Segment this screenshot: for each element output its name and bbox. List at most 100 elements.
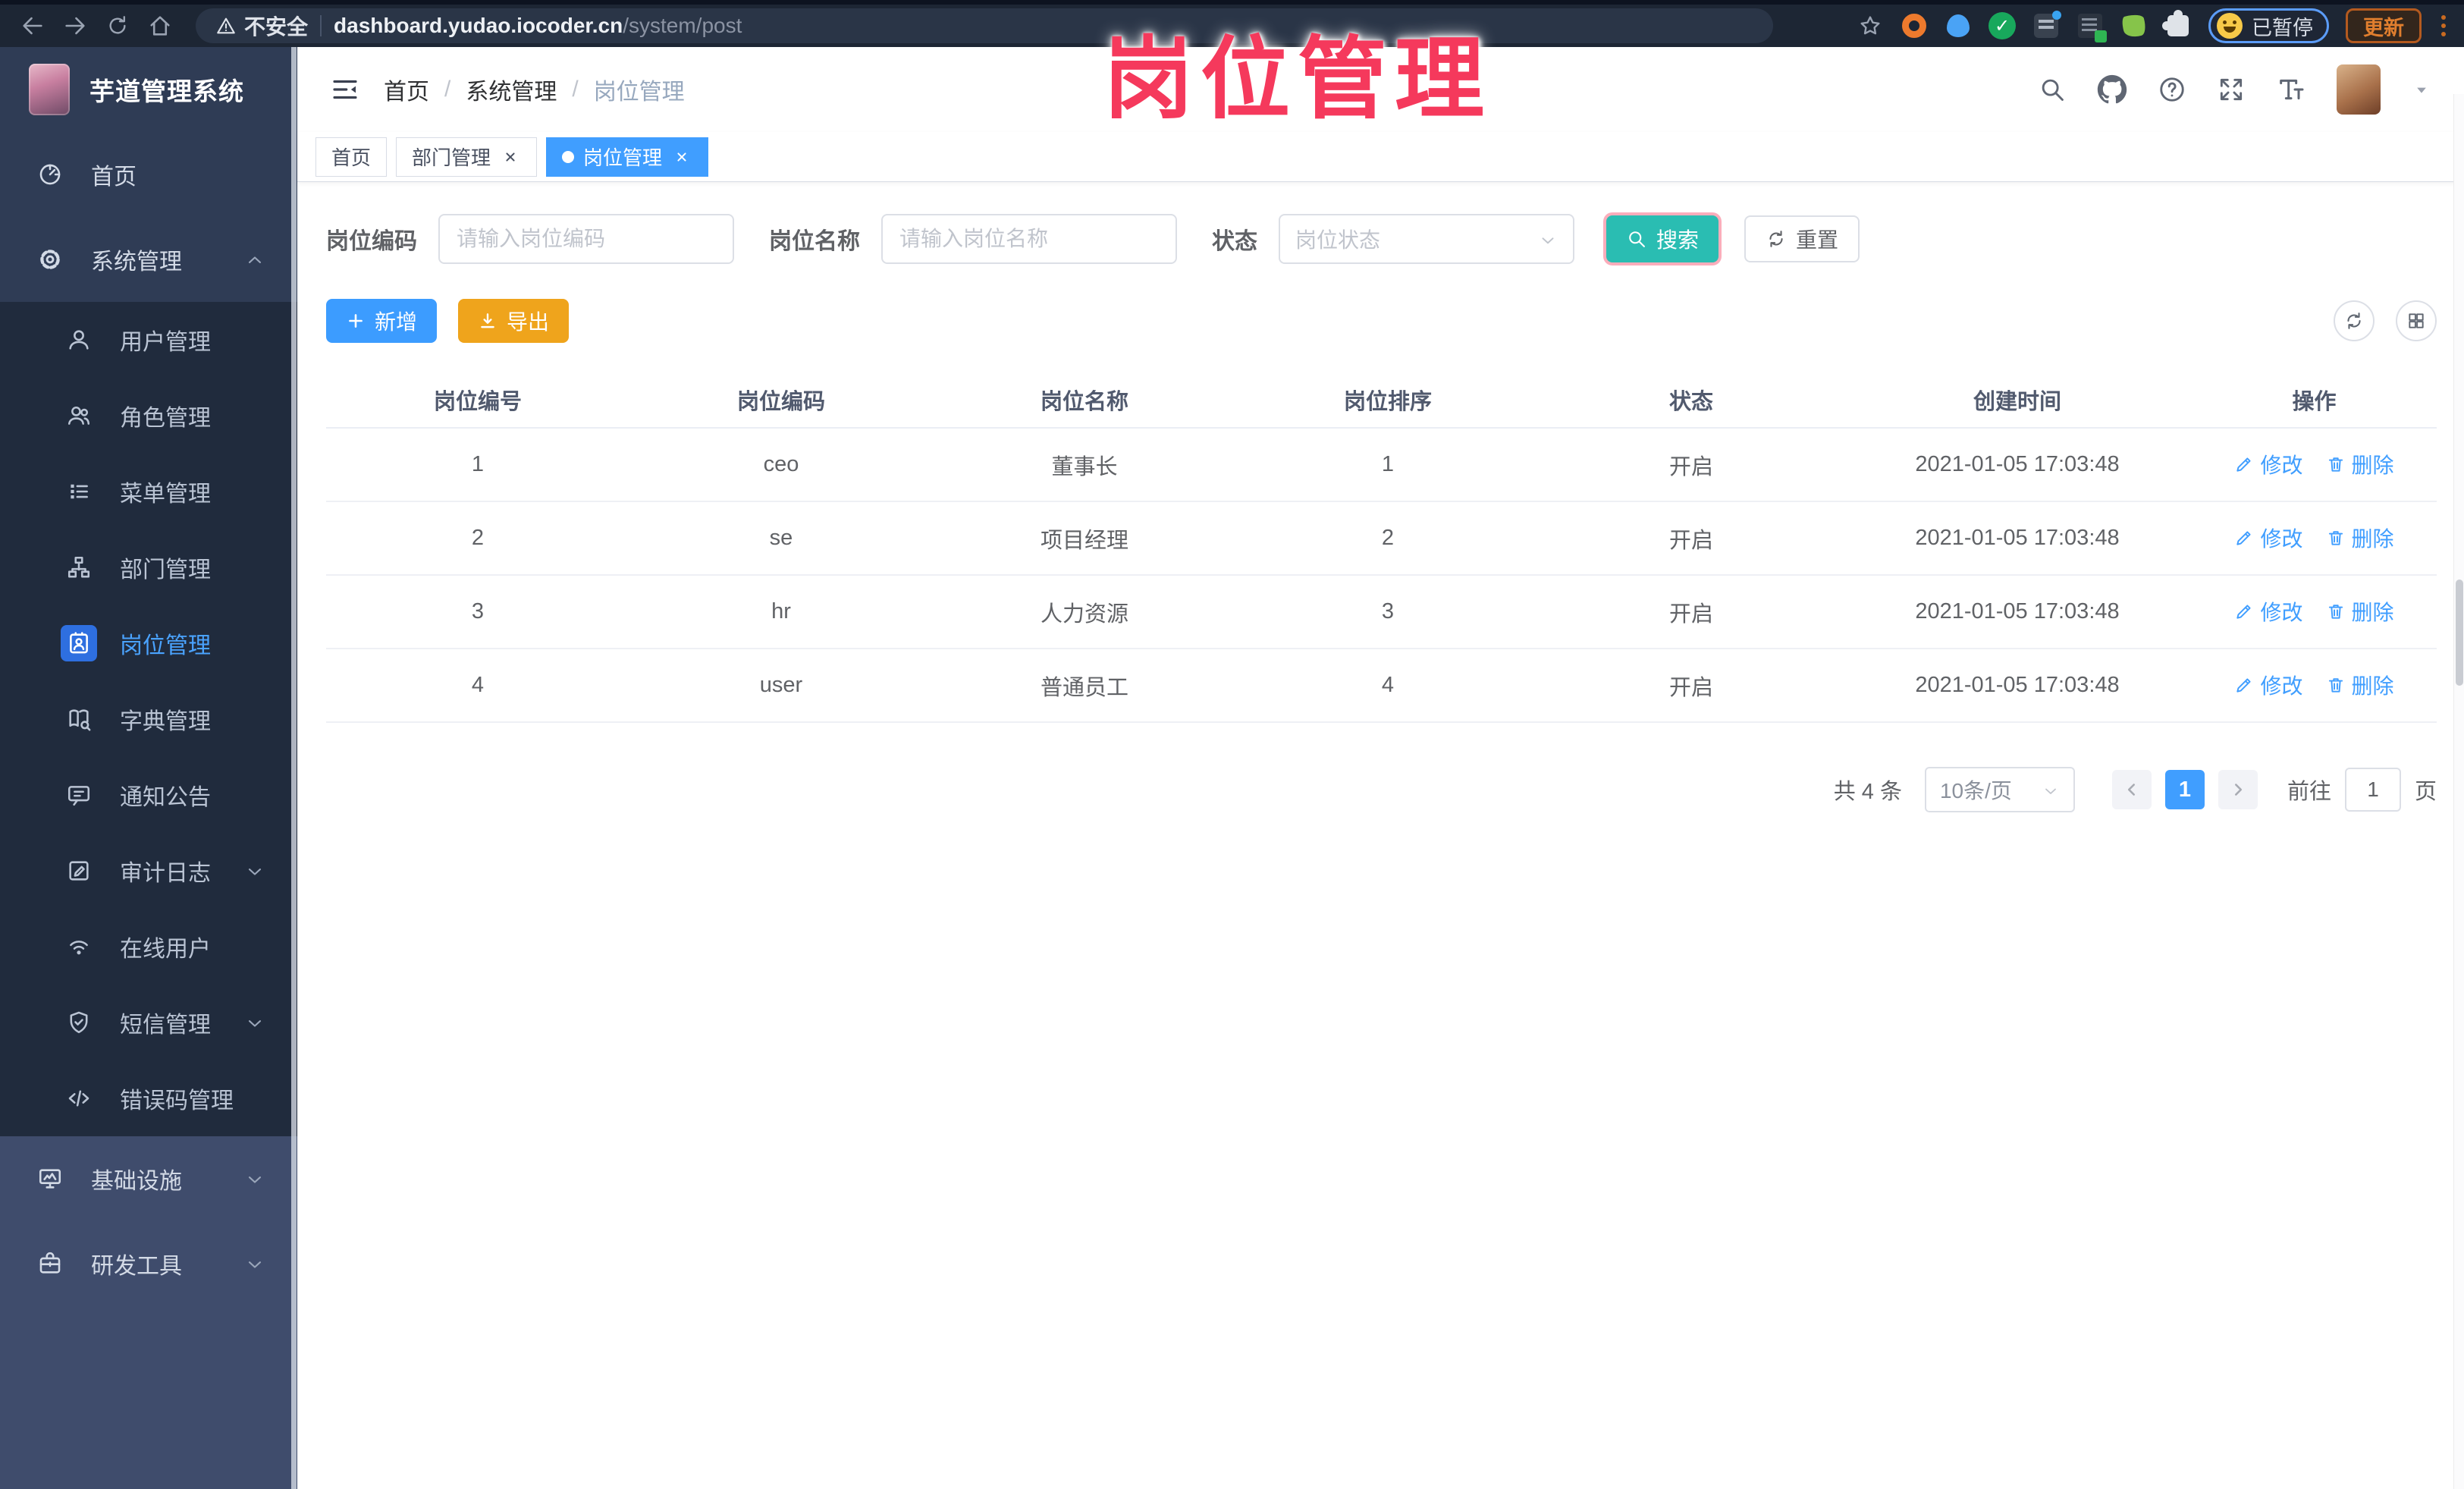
user-menu-caret-icon[interactable]	[2411, 79, 2432, 100]
delete-link[interactable]: 删除	[2326, 670, 2394, 700]
sidebar-item-label: 研发工具	[91, 1254, 182, 1279]
fullscreen-icon[interactable]	[2217, 75, 2246, 104]
menu-fold-icon[interactable]	[329, 74, 361, 105]
delete-link[interactable]: 删除	[2326, 523, 2394, 553]
cell-id: 1	[326, 428, 629, 502]
extension-sprout-icon[interactable]	[2120, 11, 2149, 40]
edit-link[interactable]: 修改	[2234, 596, 2303, 627]
sidebar-item-系统管理[interactable]: 系统管理	[0, 217, 297, 302]
column-header: 创建时间	[1843, 372, 2192, 429]
cell-code: se	[629, 501, 933, 576]
extension-sliders-icon[interactable]	[2032, 11, 2061, 39]
edit-link[interactable]: 修改	[2234, 523, 2303, 553]
sidebar-item-部门管理[interactable]: 部门管理	[0, 529, 297, 605]
extension-check-icon[interactable]: ✓	[1988, 12, 2016, 39]
page-scrollbar[interactable]	[2453, 94, 2464, 1489]
tab-label: 部门管理	[412, 146, 491, 169]
current-page-button[interactable]: 1	[2164, 770, 2205, 809]
total-count: 共 4 条	[1833, 780, 1902, 804]
header-search-icon[interactable]	[2038, 75, 2067, 104]
browser-back-icon[interactable]	[15, 8, 50, 43]
close-icon[interactable]	[500, 146, 521, 168]
edit-link[interactable]: 修改	[2234, 670, 2303, 700]
sidebar-item-字典管理[interactable]: 字典管理	[0, 681, 297, 757]
user-avatar[interactable]	[2337, 64, 2381, 115]
browser-home-icon[interactable]	[143, 8, 177, 43]
search-button[interactable]: 搜索	[1606, 215, 1719, 262]
sidebar-item-用户管理[interactable]: 用户管理	[0, 302, 297, 378]
refresh-table-button[interactable]	[2334, 300, 2375, 341]
sidebar-item-通知公告[interactable]: 通知公告	[0, 757, 297, 833]
app-logo[interactable]: 芋道管理系统	[0, 47, 297, 132]
extension-location-pin-icon[interactable]	[1945, 12, 1972, 39]
cell-created_at: 2021-01-05 17:03:48	[1843, 649, 2192, 723]
not-secure-badge[interactable]: 不安全	[215, 11, 308, 41]
sidebar-scrollbar[interactable]	[291, 47, 297, 1489]
export-button[interactable]: 导出	[458, 299, 570, 343]
close-icon[interactable]	[671, 146, 692, 168]
delete-link[interactable]: 删除	[2326, 596, 2394, 627]
sidebar-item-短信管理[interactable]: 短信管理	[0, 985, 297, 1060]
sidebar-item-基础设施[interactable]: 基础设施	[0, 1136, 297, 1221]
table-row: 3 hr 人力资源 3 开启 2021-01-05 17:03:48 修改 删除	[326, 575, 2437, 649]
sidebar-item-首页[interactable]: 首页	[0, 132, 297, 217]
tab-首页[interactable]: 首页	[315, 137, 388, 177]
address-divider	[320, 15, 322, 36]
cell-status: 开启	[1540, 501, 1843, 576]
status-select[interactable]: 岗位状态	[1279, 214, 1574, 264]
sidebar-item-菜单管理[interactable]: 菜单管理	[0, 454, 297, 529]
github-icon[interactable]	[2097, 74, 2127, 105]
prev-page-button[interactable]	[2111, 770, 2152, 809]
breadcrumb-item[interactable]: 岗位管理	[594, 73, 685, 106]
edit-link[interactable]: 修改	[2234, 449, 2303, 479]
delete-link[interactable]: 删除	[2326, 449, 2394, 479]
breadcrumb-item[interactable]: 首页	[384, 73, 429, 106]
cell-sort: 4	[1236, 649, 1540, 723]
browser-update-button[interactable]: 更新	[2346, 8, 2422, 43]
column-settings-button[interactable]	[2396, 300, 2437, 341]
browser-reload-icon[interactable]	[100, 8, 135, 43]
page-size-select[interactable]: 10条/页	[1924, 767, 2075, 812]
browser-menu-icon[interactable]	[2438, 12, 2449, 39]
profile-paused-chip[interactable]: 已暂停	[2208, 8, 2329, 43]
extensions-puzzle-icon[interactable]	[2162, 10, 2192, 39]
cell-sort: 1	[1236, 428, 1540, 502]
table-settings	[2334, 300, 2437, 341]
online-user-icon	[61, 928, 97, 965]
tab-label: 岗位管理	[583, 146, 663, 169]
extension-devtools-icon[interactable]	[1901, 12, 1928, 39]
cell-status: 开启	[1540, 428, 1843, 502]
help-icon[interactable]	[2158, 75, 2186, 104]
table-header-row: 岗位编号 岗位编码 岗位名称 岗位排序 状态 创建时间 操作	[326, 372, 2437, 429]
breadcrumb: 首页 / 系统管理 / 岗位管理	[384, 73, 685, 106]
extension-terminal-icon[interactable]	[2076, 12, 2107, 42]
post-name-input[interactable]	[881, 214, 1177, 264]
scrollbar-thumb[interactable]	[2456, 580, 2463, 686]
browser-toolbar-right: ✓ 已暂停 更新	[1857, 8, 2449, 43]
breadcrumb-item[interactable]: 系统管理	[466, 73, 557, 106]
dashboard-icon	[32, 156, 68, 193]
audit-log-icon	[61, 853, 97, 889]
chevron-down-icon	[1538, 227, 1558, 251]
tab-部门管理[interactable]: 部门管理	[396, 137, 538, 177]
bookmark-star-icon[interactable]	[1857, 12, 1884, 39]
address-bar[interactable]: 不安全 dashboard.yudao.iocoder.cn/system/po…	[196, 8, 1773, 43]
font-size-icon[interactable]	[2276, 74, 2306, 105]
search-form: 岗位编码 岗位名称 状态 岗位状态 搜索 重置	[326, 214, 2437, 264]
browser-forward-icon[interactable]	[58, 8, 93, 43]
goto-page-input[interactable]	[2344, 768, 2401, 812]
sidebar-item-错误码管理[interactable]: 错误码管理	[0, 1060, 297, 1136]
sidebar-item-在线用户[interactable]: 在线用户	[0, 909, 297, 985]
sidebar-item-审计日志[interactable]: 审计日志	[0, 833, 297, 909]
reset-button[interactable]: 重置	[1744, 215, 1860, 262]
sidebar-item-岗位管理[interactable]: 岗位管理	[0, 605, 297, 681]
cell-code: hr	[629, 575, 933, 649]
tab-岗位管理[interactable]: 岗位管理	[546, 137, 709, 177]
cell-name: 董事长	[933, 428, 1236, 502]
next-page-button[interactable]	[2218, 770, 2258, 809]
sidebar-item-角色管理[interactable]: 角色管理	[0, 378, 297, 454]
post-code-input[interactable]	[438, 214, 734, 264]
add-button[interactable]: 新增	[326, 299, 438, 343]
sidebar-item-研发工具[interactable]: 研发工具	[0, 1221, 297, 1306]
post-name-label: 岗位名称	[769, 229, 860, 254]
